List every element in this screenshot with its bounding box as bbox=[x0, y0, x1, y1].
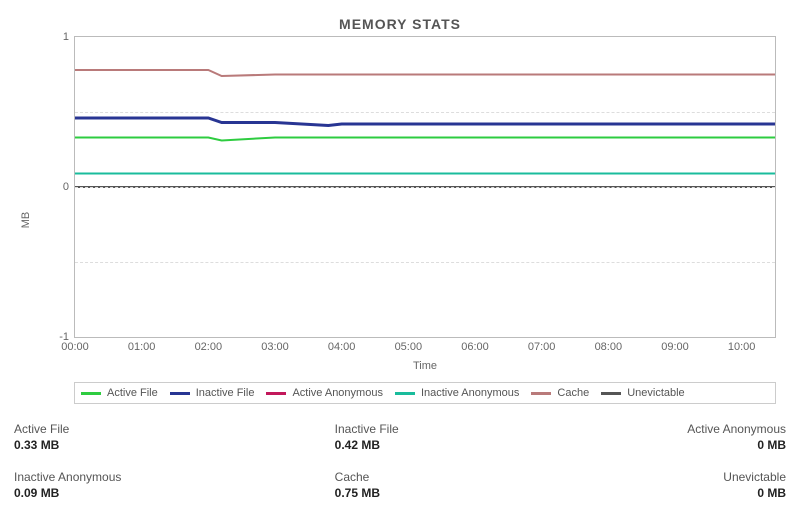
x-tick: 00:00 bbox=[61, 337, 89, 353]
stat-value: 0.75 MB bbox=[335, 486, 526, 500]
stat-inactive-file: Inactive File 0.42 MB bbox=[275, 422, 526, 452]
legend-swatch bbox=[266, 392, 286, 395]
stat-unevictable: Unevictable 0 MB bbox=[535, 470, 786, 500]
legend-item-unevictable: Unevictable bbox=[601, 387, 684, 399]
legend-swatch bbox=[601, 392, 621, 395]
y-axis-label: MB bbox=[20, 212, 32, 229]
x-tick: 10:00 bbox=[728, 337, 756, 353]
stat-value: 0 MB bbox=[535, 486, 786, 500]
stat-active-anon: Active Anonymous 0 MB bbox=[535, 422, 786, 452]
stat-value: 0.33 MB bbox=[14, 438, 265, 452]
stat-label: Unevictable bbox=[535, 470, 786, 484]
x-tick: 03:00 bbox=[261, 337, 289, 353]
stat-value: 0.09 MB bbox=[14, 486, 265, 500]
stat-label: Active Anonymous bbox=[535, 422, 786, 436]
legend-label: Inactive Anonymous bbox=[421, 387, 519, 399]
legend-swatch bbox=[170, 392, 190, 395]
legend-label: Inactive File bbox=[196, 387, 255, 399]
stat-label: Active File bbox=[14, 422, 265, 436]
legend-item-inactive-file: Inactive File bbox=[170, 387, 255, 399]
stat-cache: Cache 0.75 MB bbox=[275, 470, 526, 500]
legend-item-cache: Cache bbox=[531, 387, 589, 399]
stat-inactive-anon: Inactive Anonymous 0.09 MB bbox=[14, 470, 265, 500]
chart-plot: -10100:0001:0002:0003:0004:0005:0006:000… bbox=[74, 36, 776, 338]
x-tick: 01:00 bbox=[128, 337, 156, 353]
legend-item-inactive-anon: Inactive Anonymous bbox=[395, 387, 519, 399]
x-tick: 07:00 bbox=[528, 337, 556, 353]
legend-swatch bbox=[395, 392, 415, 395]
legend-label: Cache bbox=[557, 387, 589, 399]
x-tick: 09:00 bbox=[661, 337, 689, 353]
legend-swatch bbox=[81, 392, 101, 395]
x-tick: 08:00 bbox=[595, 337, 623, 353]
legend-label: Unevictable bbox=[627, 387, 684, 399]
chart-legend: Active File Inactive File Active Anonymo… bbox=[74, 382, 776, 404]
x-tick: 06:00 bbox=[461, 337, 489, 353]
stat-active-file: Active File 0.33 MB bbox=[14, 422, 265, 452]
stat-label: Inactive Anonymous bbox=[14, 470, 265, 484]
legend-label: Active File bbox=[107, 387, 158, 399]
chart-area: MB -10100:0001:0002:0003:0004:0005:0006:… bbox=[14, 36, 786, 404]
stat-label: Inactive File bbox=[335, 422, 526, 436]
stat-value: 0 MB bbox=[535, 438, 786, 452]
legend-swatch bbox=[531, 392, 551, 395]
legend-item-active-file: Active File bbox=[81, 387, 158, 399]
x-axis-label: Time bbox=[74, 360, 776, 372]
stat-label: Cache bbox=[335, 470, 526, 484]
chart-title: MEMORY STATS bbox=[14, 16, 786, 32]
legend-label: Active Anonymous bbox=[292, 387, 383, 399]
stats-grid: Active File 0.33 MB Inactive File 0.42 M… bbox=[14, 422, 786, 500]
y-tick: 0 bbox=[63, 181, 75, 193]
x-tick: 05:00 bbox=[395, 337, 423, 353]
y-tick: 1 bbox=[63, 31, 75, 43]
stat-value: 0.42 MB bbox=[335, 438, 526, 452]
x-tick: 02:00 bbox=[195, 337, 223, 353]
x-tick: 04:00 bbox=[328, 337, 356, 353]
legend-item-active-anon: Active Anonymous bbox=[266, 387, 383, 399]
